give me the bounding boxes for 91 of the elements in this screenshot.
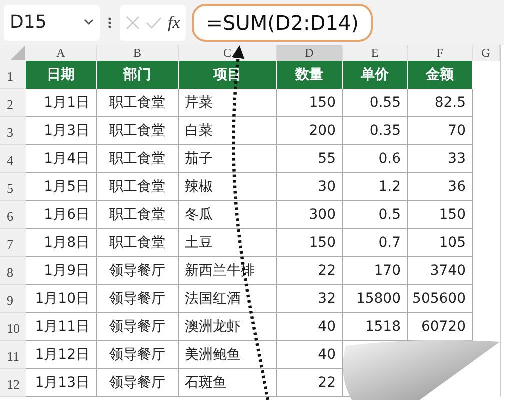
table-cell: 82.5 <box>408 89 473 117</box>
table-cell: 1月6日 <box>26 201 97 229</box>
table-cell: 法国红酒 <box>179 285 277 313</box>
column-header[interactable]: C <box>179 45 277 61</box>
row-header[interactable]: 6 <box>0 201 26 229</box>
table-cell: 茄子 <box>179 145 277 173</box>
table-cell: 领导餐厅 <box>97 285 179 313</box>
column-header[interactable]: E <box>343 45 408 61</box>
table-cell: 3740 <box>408 257 473 285</box>
table-cell: 1月1日 <box>26 89 97 117</box>
table-cell: 职工食堂 <box>97 89 179 117</box>
table-cell: 职工食堂 <box>97 145 179 173</box>
row-header[interactable]: 1 <box>0 61 26 89</box>
more-icon[interactable] <box>108 16 112 28</box>
table-cell: 150 <box>408 201 473 229</box>
row-header[interactable]: 5 <box>0 173 26 201</box>
table-cell: 1月8日 <box>26 229 97 257</box>
table-cell: 0.6 <box>343 145 408 173</box>
header-cell: 金额 <box>408 61 473 89</box>
column-header[interactable]: B <box>97 45 179 61</box>
table-cell: 职工食堂 <box>97 201 179 229</box>
header-cell: 数量 <box>277 61 343 89</box>
row-header[interactable]: 3 <box>0 117 26 145</box>
table-cell: 0.35 <box>343 117 408 145</box>
table-cell: 55 <box>277 145 343 173</box>
table-cell: 36 <box>408 173 473 201</box>
row-header[interactable]: 2 <box>0 89 26 117</box>
table-cell: 领导餐厅 <box>97 257 179 285</box>
row-header[interactable]: 12 <box>0 369 26 397</box>
column-header[interactable]: A <box>26 45 97 61</box>
table-cell: 澳洲龙虾 <box>179 313 277 341</box>
table-cell: 0.7 <box>343 229 408 257</box>
table-cell: 1月10日 <box>26 285 97 313</box>
table-cell: 200 <box>277 117 343 145</box>
name-box[interactable]: D15 <box>4 4 100 40</box>
table-cell: 1月12日 <box>26 341 97 369</box>
table-cell: 150 <box>277 89 343 117</box>
table-cell: 505600 <box>408 285 473 313</box>
table-cell: 32 <box>277 285 343 313</box>
table-cell: 领导餐厅 <box>97 341 179 369</box>
table-cell: 1月5日 <box>26 173 97 201</box>
row-header[interactable]: 9 <box>0 285 26 313</box>
table-cell: 职工食堂 <box>97 229 179 257</box>
row-header[interactable]: 4 <box>0 145 26 173</box>
table-cell: 170 <box>343 257 408 285</box>
column-header[interactable]: D <box>277 45 343 61</box>
column-header[interactable]: F <box>408 45 473 61</box>
insert-function-button[interactable]: fx <box>168 12 180 32</box>
table-cell: 33 <box>408 145 473 173</box>
row-header[interactable]: 11 <box>0 341 26 369</box>
table-cell: 70 <box>408 117 473 145</box>
table-cell: 石斑鱼 <box>179 369 277 397</box>
row-header[interactable]: 10 <box>0 313 26 341</box>
select-all-corner[interactable] <box>0 45 26 61</box>
table-cell: 22 <box>277 257 343 285</box>
table-cell: 领导餐厅 <box>97 369 179 397</box>
table-cell: 15800 <box>343 285 408 313</box>
table-cell: 30 <box>277 173 343 201</box>
table-cell: 22 <box>277 369 343 397</box>
table-cell: 40 <box>277 341 343 369</box>
table-cell: 领导餐厅 <box>97 313 179 341</box>
table-cell: 150 <box>277 229 343 257</box>
caret-icon <box>84 19 94 26</box>
table-cell: 1.2 <box>343 173 408 201</box>
header-cell: 日期 <box>26 61 97 89</box>
row-header[interactable]: 7 <box>0 229 26 257</box>
table-cell: 1月9日 <box>26 257 97 285</box>
table-cell: 职工食堂 <box>97 117 179 145</box>
table-cell: 1月11日 <box>26 313 97 341</box>
table-cell: 1月3日 <box>26 117 97 145</box>
table-cell: 40 <box>277 313 343 341</box>
table-cell: 美洲鲍鱼 <box>179 341 277 369</box>
table-cell: 105 <box>408 229 473 257</box>
table-cell: 1月4日 <box>26 145 97 173</box>
table-cell: 1月13日 <box>26 369 97 397</box>
cancel-icon[interactable] <box>126 16 140 30</box>
table-cell: 白菜 <box>179 117 277 145</box>
table-cell: 职工食堂 <box>97 173 179 201</box>
header-cell: 部门 <box>97 61 179 89</box>
check-icon[interactable] <box>146 16 162 28</box>
row-header[interactable]: 8 <box>0 257 26 285</box>
table-cell: 冬瓜 <box>179 201 277 229</box>
table-cell: 土豆 <box>179 229 277 257</box>
table-cell: 300 <box>277 201 343 229</box>
table-cell: 0.55 <box>343 89 408 117</box>
formula-input[interactable]: =SUM(D2:D14) <box>192 4 373 42</box>
table-cell: 辣椒 <box>179 173 277 201</box>
table-cell: 0.5 <box>343 201 408 229</box>
table-cell: 芹菜 <box>179 89 277 117</box>
column-header[interactable]: G <box>473 45 500 61</box>
header-cell: 单价 <box>343 61 408 89</box>
